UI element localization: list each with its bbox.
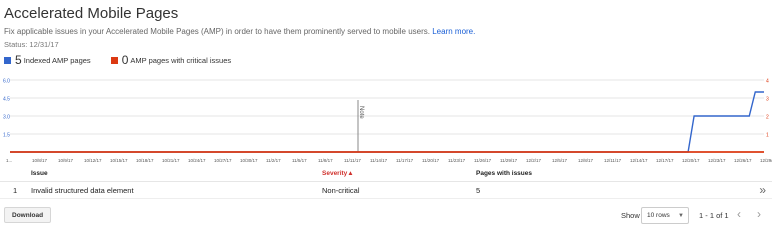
header-severity[interactable]: Severity▲: [322, 170, 354, 177]
legend-critical-label: AMP pages with critical issues: [130, 55, 232, 65]
x-tick-label: 10/21/17: [162, 158, 180, 163]
legend-indexed-swatch: [4, 56, 11, 64]
x-tick-label: 12/29/17: [760, 158, 772, 163]
left-axis-tick: 1.5: [3, 133, 10, 139]
right-axis-tick: 2: [766, 115, 769, 121]
chart-svg: 6.0 4.5 3.0 1.5 4 3 2 1 1... 10/8/17 10/9/17 10/12/…: [3, 79, 772, 164]
x-tick-label: 11/11/17: [344, 158, 361, 163]
sort-arrow-icon: ▲: [347, 170, 354, 177]
table-row[interactable]: 1 Invalid structured data element Non-cr…: [0, 182, 772, 199]
right-axis-tick: 1: [766, 133, 769, 139]
x-tick-label: 10/24/17: [188, 158, 206, 163]
caret-down-icon: ▼: [678, 213, 684, 219]
x-tick-label: 10/15/17: [110, 158, 128, 163]
page-description: Fix applicable issues in your Accelerate…: [4, 27, 475, 36]
legend-critical[interactable]: 0 AMP pages with critical issues: [110, 53, 232, 67]
x-tick-label: 12/23/17: [708, 158, 726, 163]
right-axis-tick: 4: [766, 79, 769, 85]
page-info: 1 - 1 of 1: [699, 211, 729, 220]
learn-more-link[interactable]: Learn more.: [432, 27, 475, 36]
x-tick-label: 10/18/17: [136, 158, 154, 163]
chevron-right-icon[interactable]: ›: [757, 207, 761, 221]
rows-select-value: 10 rows: [647, 212, 670, 219]
x-tick-label: 11/29/17: [500, 158, 518, 163]
left-axis-tick: 3.0: [3, 115, 10, 121]
row-pages: 5: [476, 186, 481, 195]
x-tick-label: 12/26/17: [734, 158, 752, 163]
x-tick-label: 12/17/17: [656, 158, 674, 163]
x-tick-label: 12/20/17: [682, 158, 700, 163]
legend-indexed-count: 5: [15, 53, 22, 67]
page-title: Accelerated Mobile Pages: [4, 5, 179, 22]
left-axis-tick: 6.0: [3, 79, 10, 85]
x-tick-label: 11/23/17: [448, 158, 466, 163]
x-tick-label: 11/26/17: [474, 158, 492, 163]
x-tick-label: 11/17/17: [396, 158, 414, 163]
x-tick-label: 11/8/17: [318, 158, 333, 163]
row-index: 1: [13, 186, 18, 195]
legend-critical-swatch: [110, 56, 118, 64]
header-pages[interactable]: Pages with issues: [476, 170, 532, 177]
row-severity: Non-critical: [322, 186, 360, 195]
status-text: Status: 12/31/17: [4, 40, 59, 49]
description-text: Fix applicable issues in your Accelerate…: [4, 27, 430, 36]
x-tick-label: 10/12/17: [84, 158, 102, 163]
x-tick-label: 10/9/17: [58, 158, 74, 163]
chart-legend: 5 Indexed AMP pages 0 AMP pages with cri…: [4, 53, 251, 67]
rows-per-page-select[interactable]: 10 rows ▼: [641, 207, 689, 224]
issues-table: Issue Severity▲ Pages with issues 1 Inva…: [0, 166, 772, 199]
x-tick-label: 10/8/17: [32, 158, 48, 163]
chevron-left-icon[interactable]: ‹: [737, 207, 741, 221]
series-line: [10, 91, 764, 153]
x-tick-label: 11/20/17: [422, 158, 440, 163]
table-footer: Download Show 10 rows ▼ 1 - 1 of 1 ‹ ›: [0, 206, 772, 226]
x-tick-label: 12/2/17: [526, 158, 542, 163]
x-tick-label: 10/30/17: [240, 158, 258, 163]
table-header: Issue Severity▲ Pages with issues: [0, 166, 772, 182]
right-axis-tick: 3: [766, 97, 769, 103]
show-label: Show: [621, 211, 640, 220]
x-tick-label: 11/5/17: [292, 158, 307, 163]
legend-critical-count: 0: [121, 53, 129, 67]
double-chevron-right-icon[interactable]: »: [759, 183, 766, 197]
header-severity-label: Severity: [322, 170, 348, 177]
download-button[interactable]: Download: [4, 207, 52, 223]
x-tick-label: 10/27/17: [214, 158, 232, 163]
x-tick-label: 12/8/17: [578, 158, 594, 163]
annotation-label: Note: [358, 106, 364, 119]
x-tick-label: 11/14/17: [370, 158, 388, 163]
x-tick-label: 1...: [6, 158, 12, 163]
x-tick-label: 12/14/17: [630, 158, 648, 163]
x-tick-label: 11/2/17: [266, 158, 281, 163]
header-issue[interactable]: Issue: [31, 170, 48, 177]
x-tick-label: 12/11/17: [604, 158, 622, 163]
legend-indexed[interactable]: 5 Indexed AMP pages: [4, 53, 91, 67]
row-issue: Invalid structured data element: [31, 186, 134, 195]
left-axis-tick: 4.5: [3, 97, 10, 103]
legend-indexed-label: Indexed AMP pages: [23, 55, 91, 65]
x-tick-label: 12/5/17: [552, 158, 568, 163]
amp-chart: 6.0 4.5 3.0 1.5 4 3 2 1 1... 10/8/17 10/9/17 10/12/…: [0, 74, 772, 164]
